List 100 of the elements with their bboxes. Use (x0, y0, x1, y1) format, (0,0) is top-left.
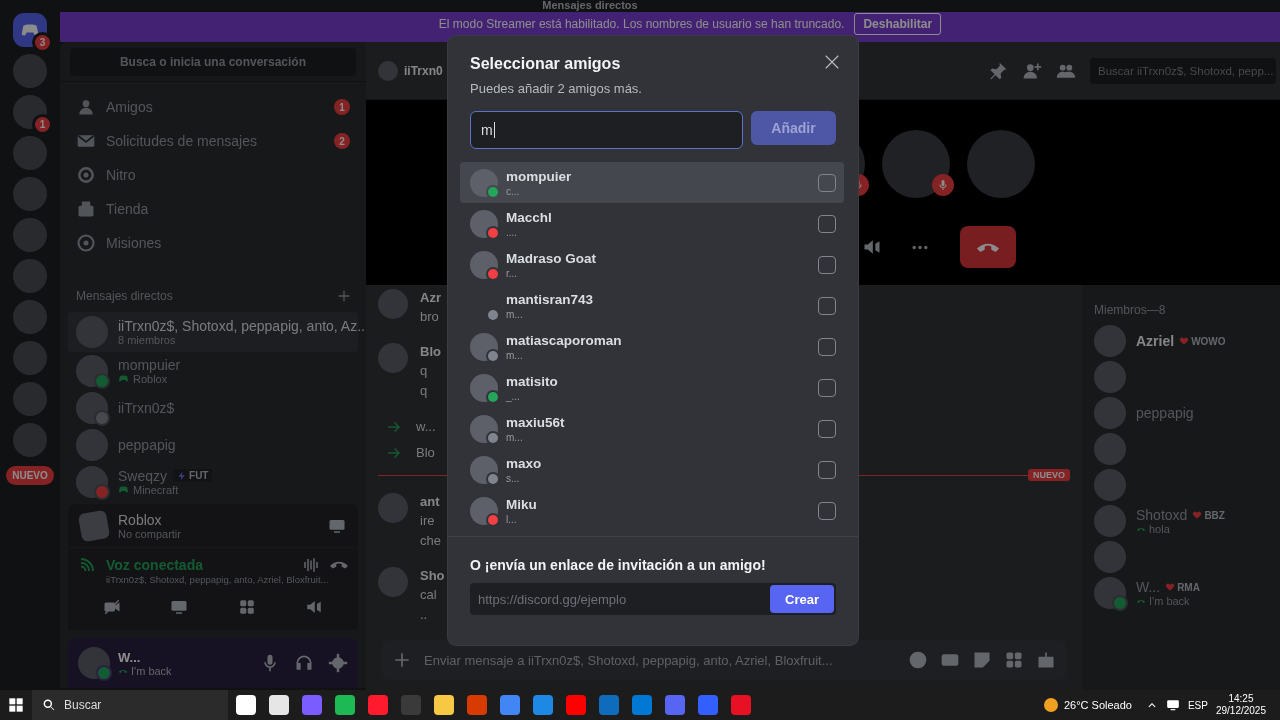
member-name: peppapig (1136, 405, 1194, 421)
sticker-icon[interactable] (972, 650, 992, 670)
plus-icon[interactable] (336, 288, 352, 304)
arrow-icon (386, 419, 402, 435)
waveform-icon[interactable] (302, 556, 320, 574)
taskbar-app-icon[interactable] (236, 695, 256, 715)
person-icon (76, 97, 96, 117)
pin-icon[interactable] (988, 60, 1008, 81)
nav-item[interactable]: Misiones (68, 226, 358, 260)
avatar (1094, 325, 1126, 357)
taskbar-app-icon[interactable] (368, 695, 388, 715)
new-badge: NUEVO (6, 466, 54, 485)
avatar (1094, 505, 1126, 537)
friend-search-field[interactable]: m (470, 111, 743, 149)
nav-item[interactable]: Nitro (68, 158, 358, 192)
dm-item[interactable]: Sweqzy FUT Minecraft (68, 463, 358, 500)
friend-row[interactable]: mantisran743 m... (460, 285, 844, 326)
dm-name: iiTrxn0z$ (118, 399, 175, 416)
author-name: Sho (420, 567, 445, 585)
friend-note: r... (506, 266, 519, 280)
taskbar-search[interactable]: Buscar (32, 690, 228, 720)
nav-item[interactable]: Solicitudes de mensajes 2 (68, 124, 358, 158)
hang-up-icon[interactable] (330, 561, 348, 569)
friend-note: _... (506, 389, 521, 403)
guild-tag: RMA (1177, 581, 1200, 593)
nav-item[interactable]: Tienda (68, 192, 358, 226)
taskbar-app-icon[interactable] (632, 695, 652, 715)
message-text: q (420, 382, 429, 400)
clock-time: 14:25 (1228, 693, 1254, 705)
friend-name: Madraso Goat (506, 249, 598, 267)
friend-row[interactable]: Madraso Goat r... (460, 244, 844, 285)
checkbox[interactable] (818, 296, 836, 315)
plus-icon[interactable] (392, 650, 412, 670)
nav-item[interactable]: Amigos 1 (68, 90, 358, 124)
notification-badge: 1 (35, 117, 50, 132)
apps-icon[interactable] (1004, 650, 1024, 670)
search-field[interactable]: Buscar iiTrxn0z$, Shotoxd, pepp... (1090, 57, 1276, 84)
taskbar-app-icon[interactable] (269, 695, 289, 715)
checkbox[interactable] (818, 255, 836, 274)
game-name: Roblox (118, 511, 163, 528)
checkbox[interactable] (818, 378, 836, 397)
headphones-icon[interactable] (294, 653, 314, 673)
dm-name: iiTrxn0z$, Shotoxd, peppapig, anto, Az... (118, 318, 366, 334)
taskbar-app-icon[interactable] (467, 695, 487, 715)
bag-icon (76, 199, 96, 219)
taskbar-app-icon[interactable] (533, 695, 553, 715)
taskbar-app-icon[interactable] (698, 695, 718, 715)
gift-icon[interactable] (1036, 650, 1056, 670)
avatar (378, 60, 398, 81)
settings-icon[interactable] (328, 653, 348, 673)
system-message: w... (416, 418, 436, 436)
invite-link-field[interactable]: https://discord.gg/ejemplo (478, 591, 770, 607)
checkbox[interactable] (818, 214, 836, 233)
friend-row[interactable]: Miku l... (460, 490, 844, 531)
friend-row[interactable]: matisito _... (460, 367, 844, 408)
checkbox[interactable] (818, 460, 836, 479)
hang-up-button[interactable] (960, 226, 1016, 268)
member-name: Azriel (1136, 333, 1175, 349)
clock-date: 29/12/2025 (1215, 705, 1266, 717)
language-indicator[interactable]: ESP (1187, 699, 1208, 711)
dm-name: Sweqzy (118, 467, 168, 484)
taskbar-app-icon[interactable] (566, 695, 586, 715)
banner-message: El modo Streamer está habilitado. Los nombres de usuario se han truncado. (438, 17, 845, 31)
custom-status: hola (1149, 523, 1170, 535)
taskbar-app-icon[interactable] (731, 695, 751, 715)
checkbox[interactable] (818, 173, 836, 192)
taskbar-app-icon[interactable] (500, 695, 520, 715)
dm-item[interactable]: peppapig (68, 426, 358, 463)
section-header: Mensajes directos (76, 289, 173, 303)
dialog-subtitle: Puedes añadir 2 amigos más. (470, 80, 642, 98)
dm-item[interactable]: mompuier Roblox (68, 352, 358, 389)
dm-item[interactable]: iiTrxn0z$ (68, 389, 358, 426)
home-button[interactable] (13, 13, 47, 47)
activity-text: Roblox (133, 372, 168, 385)
channel-name: iiTrxn0 (404, 63, 443, 78)
voice-status: Voz conectada (106, 557, 204, 573)
friend-row[interactable]: matiascaporoman m... (460, 326, 844, 367)
message-text: bro (420, 308, 440, 326)
taskbar-app-icon[interactable] (665, 695, 685, 715)
conversation-search-button[interactable]: Busca o inicia una conversación (70, 47, 356, 76)
taskbar-app-icon[interactable] (434, 695, 454, 715)
screen-icon (170, 598, 189, 616)
more-icon (910, 244, 930, 250)
friend-row[interactable]: maxo s... (460, 449, 844, 490)
taskbar-app-icon[interactable] (302, 695, 322, 715)
avatar (378, 493, 408, 523)
friend-note: l... (506, 512, 518, 526)
checkbox[interactable] (818, 419, 836, 438)
checkbox[interactable] (818, 501, 836, 520)
network-icon[interactable] (1165, 698, 1180, 712)
avatar (1094, 397, 1126, 429)
disable-button[interactable]: Deshabilitar (854, 13, 942, 35)
checkbox[interactable] (818, 337, 836, 356)
notification-badge: 3 (35, 35, 50, 50)
taskbar-app-icon[interactable] (335, 695, 355, 715)
create-button[interactable]: Crear (770, 585, 834, 613)
start-icon[interactable] (8, 697, 24, 713)
friend-row[interactable]: Macchl .... (460, 203, 844, 244)
friend-row[interactable]: maxiu56t m... (460, 408, 844, 449)
friend-row[interactable]: mompuier c... (460, 162, 844, 203)
